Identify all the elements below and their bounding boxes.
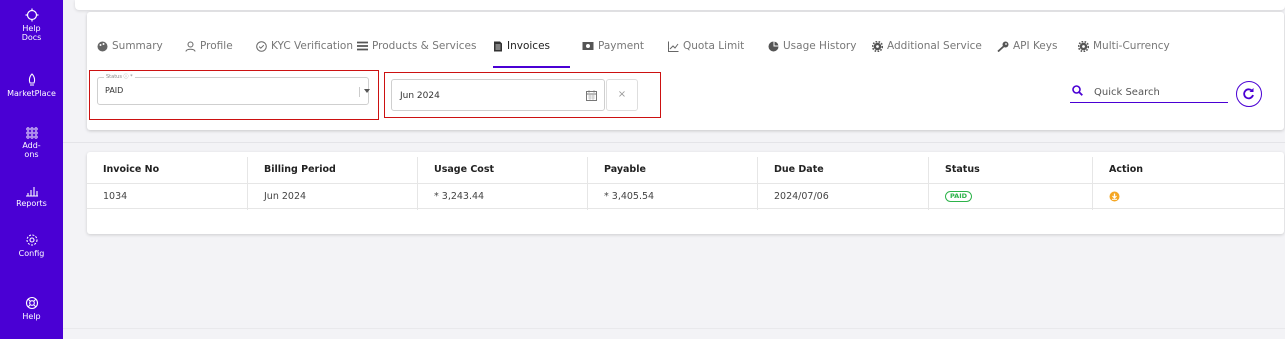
column-header-status[interactable]: Status <box>928 157 1092 183</box>
tab-summary[interactable]: Summary <box>97 34 163 58</box>
sidebar-item-reports[interactable]: Reports <box>0 185 63 208</box>
tab-api-keys[interactable]: API Keys <box>997 34 1057 58</box>
tab-label: Quota Limit <box>683 40 745 52</box>
cell-billing-period: Jun 2024 <box>247 184 417 210</box>
user-icon <box>185 41 196 52</box>
status-badge: PAID <box>945 191 973 202</box>
lifebuoy-icon <box>25 296 38 310</box>
sidebar-item-addons[interactable]: Add- ons <box>0 127 63 159</box>
tab-usage-history[interactable]: Usage History <box>768 34 856 58</box>
tab-quota-limit[interactable]: Quota Limit <box>668 34 744 58</box>
active-tab-indicator <box>493 66 570 68</box>
tab-bar: Summary Profile KYC Verification Product… <box>87 34 1284 68</box>
palette-icon <box>97 41 108 51</box>
addons-grid-icon <box>25 127 38 139</box>
column-header-action: Action <box>1092 157 1284 183</box>
top-card-edge <box>75 0 1285 12</box>
sidebar-item-marketplace[interactable]: MarketPlace <box>0 73 63 98</box>
invoice-filter-card: Summary Profile KYC Verification Product… <box>87 12 1284 130</box>
sidebar-label: Help <box>22 312 41 321</box>
cell-usage-cost: * 3,243.44 <box>417 184 587 210</box>
tab-label: Usage History <box>783 40 857 52</box>
sidebar-label: Docs <box>21 33 42 42</box>
sidebar-label: MarketPlace <box>7 89 56 98</box>
tab-multi-currency[interactable]: Multi-Currency <box>1078 34 1170 58</box>
tab-label: Additional Service <box>887 40 982 52</box>
sidebar: Help Docs MarketPlace Add- ons Reports C… <box>0 0 63 339</box>
sidebar-label: ons <box>24 150 39 159</box>
table-header-row: Invoice No Billing Period Usage Cost Pay… <box>87 157 1284 183</box>
key-icon <box>997 41 1009 52</box>
tab-additional-service[interactable]: Additional Service <box>872 34 982 58</box>
tab-label: Payment <box>598 40 644 52</box>
money-icon <box>582 42 594 50</box>
invoices-table: Invoice No Billing Period Usage Cost Pay… <box>87 152 1284 234</box>
table-row[interactable]: 1034 Jun 2024 * 3,243.44 * 3,405.54 2024… <box>87 183 1284 210</box>
column-header-payable[interactable]: Payable <box>587 157 757 183</box>
list-icon <box>357 41 368 51</box>
sidebar-label: Help <box>22 24 41 33</box>
pie-icon <box>768 41 779 51</box>
column-header-invoice-no[interactable]: Invoice No <box>87 157 247 183</box>
document-icon <box>494 41 502 51</box>
quick-search <box>1070 83 1228 103</box>
sidebar-label: Add- <box>22 141 41 150</box>
tab-label: Summary <box>112 40 163 52</box>
help-docs-icon <box>25 8 38 22</box>
tab-profile[interactable]: Profile <box>185 34 233 58</box>
section-divider <box>63 142 1285 143</box>
highlight-box-date <box>384 72 661 118</box>
cell-payable: * 3,405.54 <box>587 184 757 210</box>
cog-icon <box>1078 40 1089 52</box>
sidebar-label: Config <box>18 249 45 258</box>
check-circle-icon <box>256 40 267 52</box>
download-icon[interactable] <box>1109 191 1120 202</box>
tab-label: Products & Services <box>372 40 477 52</box>
highlight-box-status <box>89 70 379 120</box>
cell-action <box>1092 184 1284 210</box>
tab-products-services[interactable]: Products & Services <box>357 34 476 58</box>
column-header-billing-period[interactable]: Billing Period <box>247 157 417 183</box>
cell-status: PAID <box>928 184 1092 210</box>
sidebar-item-config[interactable]: Config <box>0 233 63 258</box>
column-header-usage-cost[interactable]: Usage Cost <box>417 157 587 183</box>
tab-label: Profile <box>200 40 233 52</box>
tab-invoices[interactable]: Invoices <box>493 34 550 58</box>
bar-chart-icon <box>25 187 38 197</box>
search-input[interactable] <box>1094 83 1224 101</box>
sidebar-label: Reports <box>16 199 47 208</box>
footer-divider <box>63 328 1285 329</box>
tab-label: KYC Verification <box>271 40 354 52</box>
column-header-due-date[interactable]: Due Date <box>757 157 928 183</box>
sidebar-item-help-docs[interactable]: Help Docs <box>0 8 63 42</box>
tab-label: API Keys <box>1013 40 1058 52</box>
cell-due-date: 2024/07/06 <box>757 184 928 210</box>
refresh-icon <box>1243 88 1254 100</box>
chart-line-icon <box>668 41 679 52</box>
tab-kyc-verification[interactable]: KYC Verification <box>256 34 353 58</box>
cell-invoice-no: 1034 <box>103 191 128 202</box>
sidebar-item-help[interactable]: Help <box>0 296 63 321</box>
tab-label: Multi-Currency <box>1093 40 1170 52</box>
gear-icon <box>25 234 38 246</box>
refresh-button[interactable] <box>1236 81 1262 107</box>
rocket-icon <box>28 73 35 86</box>
tab-label: Invoices <box>507 40 551 52</box>
cog-icon <box>872 40 883 52</box>
tab-payment[interactable]: Payment <box>582 34 644 58</box>
search-icon <box>1072 85 1083 96</box>
